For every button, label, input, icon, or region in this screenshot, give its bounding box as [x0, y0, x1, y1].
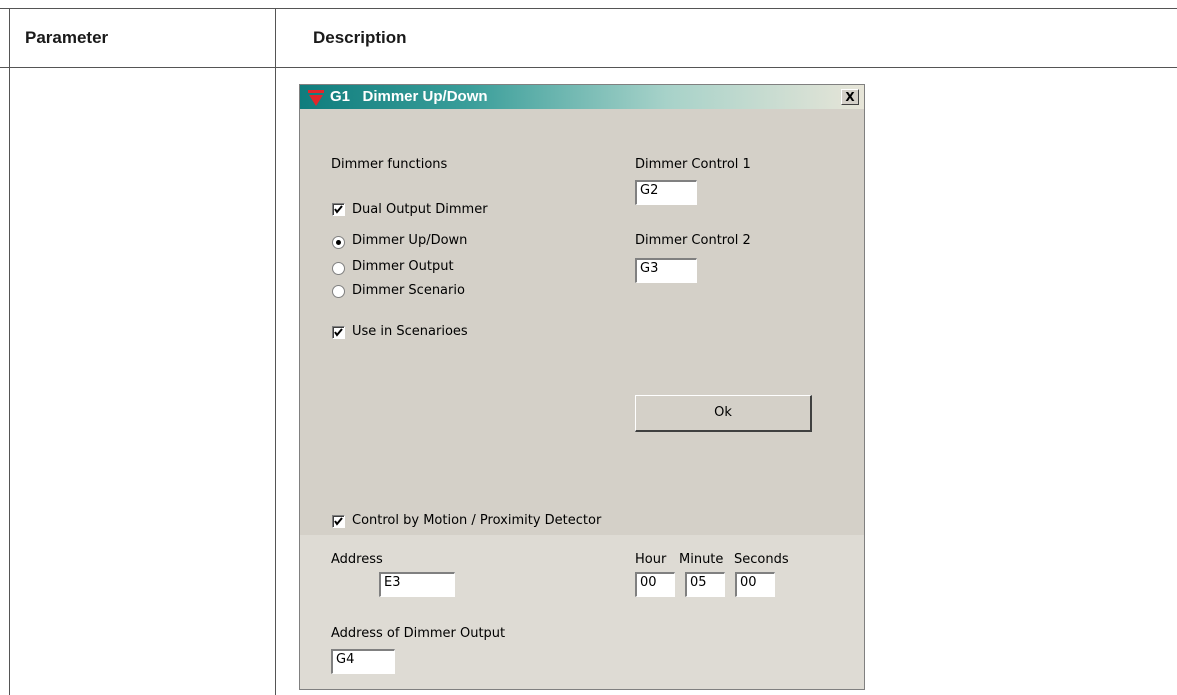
checkmark-icon [334, 517, 343, 526]
motion-detector-checkbox[interactable] [332, 515, 345, 528]
hour-label: Hour [635, 552, 667, 567]
address-dimmer-output-input[interactable]: G4 [331, 649, 395, 674]
dual-output-checkbox[interactable] [332, 203, 345, 216]
minute-input[interactable]: 05 [685, 572, 725, 597]
header-description: Description [313, 28, 407, 47]
dimmer-control-2-input[interactable]: G3 [635, 258, 697, 283]
dimmer-dialog: G1 Dimmer Up/Down X Dimmer functions Dua… [299, 84, 865, 690]
hour-input[interactable]: 00 [635, 572, 675, 597]
radio-selected-dot [336, 240, 341, 245]
seconds-input[interactable]: 00 [735, 572, 775, 597]
header-parameter: Parameter [25, 28, 109, 47]
seconds-label: Seconds [734, 552, 789, 567]
table-left-border [9, 8, 10, 695]
checkmark-icon [334, 205, 343, 214]
address-label: Address [331, 552, 383, 567]
dimmer-functions-label: Dimmer functions [331, 157, 448, 172]
address-input[interactable]: E3 [379, 572, 455, 597]
close-button[interactable]: X [841, 89, 859, 105]
minute-label: Minute [679, 552, 724, 567]
close-icon: X [845, 90, 855, 104]
dialog-titlebar[interactable]: G1 Dimmer Up/Down X [300, 85, 864, 109]
checkmark-icon [334, 328, 343, 337]
radio-dimmer-up-down-label[interactable]: Dimmer Up/Down [352, 233, 467, 248]
radio-dimmer-output-label[interactable]: Dimmer Output [352, 259, 454, 274]
dialog-title: G1 Dimmer Up/Down [330, 88, 488, 105]
table-header-divider [0, 67, 1177, 68]
table-column-divider [275, 8, 276, 695]
dimmer-control-1-input[interactable]: G2 [635, 180, 697, 205]
ok-button[interactable]: Ok [635, 395, 812, 432]
radio-dimmer-output[interactable] [332, 262, 345, 275]
use-in-scenarios-checkbox[interactable] [332, 326, 345, 339]
radio-dimmer-scenario-label[interactable]: Dimmer Scenario [352, 283, 465, 298]
radio-dimmer-scenario[interactable] [332, 285, 345, 298]
motion-detector-label[interactable]: Control by Motion / Proximity Detector [352, 513, 601, 528]
radio-dimmer-up-down[interactable] [332, 236, 345, 249]
red-down-triangle-icon [307, 89, 325, 107]
dimmer-control-2-label: Dimmer Control 2 [635, 233, 751, 248]
dimmer-control-1-label: Dimmer Control 1 [635, 157, 751, 172]
use-in-scenarios-label[interactable]: Use in Scenarioes [352, 324, 468, 339]
dual-output-label[interactable]: Dual Output Dimmer [352, 202, 488, 217]
table-top-border [0, 8, 1177, 9]
address-dimmer-output-label: Address of Dimmer Output [331, 626, 506, 641]
